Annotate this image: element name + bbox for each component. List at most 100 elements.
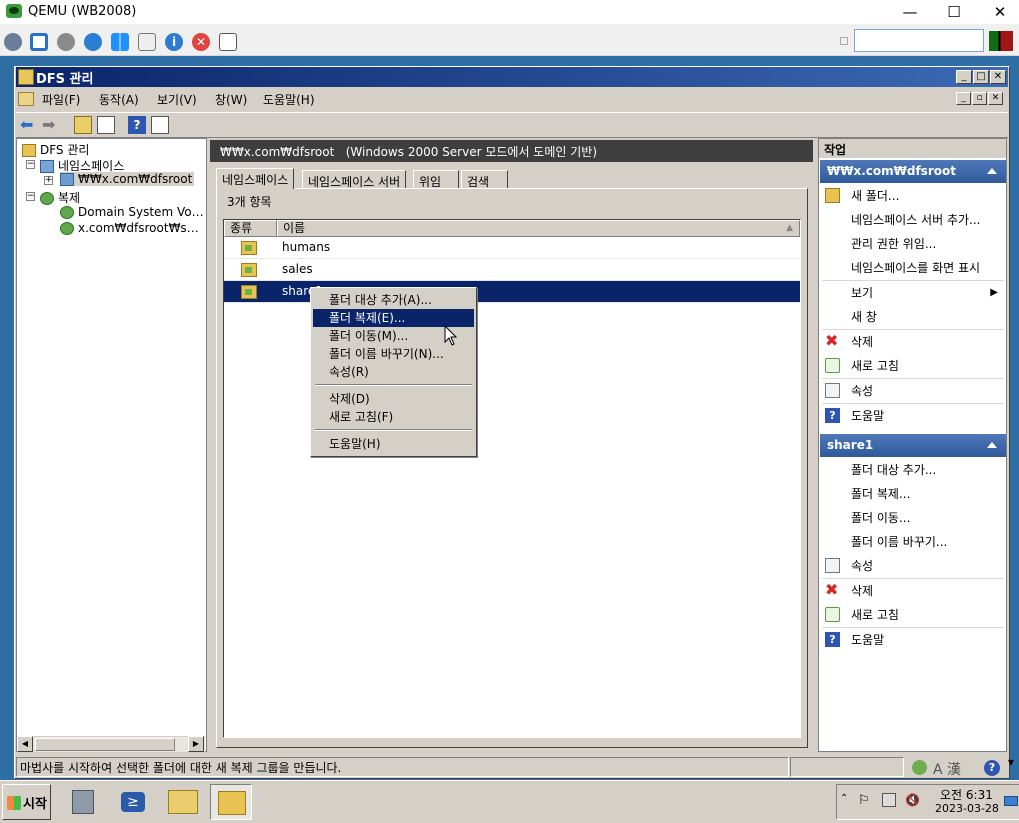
action-share1-help[interactable]: ? 도움말 — [820, 628, 1006, 652]
cm-rename-folder[interactable]: 폴더 이름 바꾸기(N)... — [313, 345, 474, 363]
taskbar-powershell[interactable]: ≥ — [112, 784, 154, 820]
column-header-name[interactable]: 이름 ▲ — [277, 220, 800, 237]
qemu-settings-gear-icon[interactable] — [4, 33, 22, 51]
qemu-keyboard-icon[interactable] — [138, 33, 156, 51]
action-add-namespace-server[interactable]: 네임스페이스 서버 추가... — [820, 208, 1006, 232]
qemu-refresh-icon[interactable] — [84, 33, 102, 51]
tree-item-dfs-root[interactable]: DFS 관리 — [22, 141, 89, 158]
action-share1-refresh[interactable]: 새로 고침 — [820, 603, 1006, 627]
show-hide-tree-icon[interactable] — [97, 116, 115, 134]
tray-show-hidden-icon[interactable]: ⌃ — [840, 793, 848, 804]
action-new-folder[interactable]: 새 폴더... — [820, 184, 1006, 208]
action-group-share1[interactable]: share1 — [820, 434, 1006, 457]
qemu-close-button[interactable]: ✕ — [980, 2, 1019, 22]
cm-help[interactable]: 도움말(H) — [313, 435, 474, 453]
tree-item-domain-system-volume[interactable]: Domain System Volume — [60, 205, 205, 219]
qemu-maximize-button[interactable]: ☐ — [934, 2, 974, 22]
tray-network-icon[interactable] — [882, 793, 896, 807]
console-menu-icon[interactable] — [18, 92, 34, 106]
tab-namespace[interactable]: 네임스페이스 — [216, 168, 295, 189]
mdi-minimize-button[interactable]: _ — [956, 92, 971, 105]
action-refresh[interactable]: 새로 고침 — [820, 354, 1006, 378]
clock-date[interactable]: 2023-03-28 — [935, 802, 999, 815]
ime-help-icon[interactable]: ? — [984, 760, 1000, 776]
action-replicate-folder[interactable]: 폴더 복제... — [820, 482, 1006, 506]
action-help[interactable]: ? 도움말 — [820, 404, 1006, 428]
action-delete[interactable]: ✖ 삭제 — [820, 330, 1006, 354]
qemu-toolbar-input[interactable] — [854, 29, 984, 52]
qemu-minimize-button[interactable]: — — [890, 2, 930, 22]
action-show-namespace[interactable]: 네임스페이스를 화면 표시 — [820, 256, 1006, 280]
action-share1-properties[interactable]: 속성 — [820, 554, 1006, 578]
qemu-toolbar-checkbox[interactable] — [840, 37, 848, 45]
qemu-gear-icon[interactable] — [57, 33, 75, 51]
tab-namespace-servers[interactable]: 네임스페이스 서버 — [302, 170, 407, 189]
ime-mode-icon[interactable] — [912, 760, 927, 775]
tray-flag-icon[interactable]: ⚐ — [858, 793, 870, 808]
column-header-type[interactable]: 종류 — [224, 220, 277, 237]
qemu-info-icon[interactable]: i — [165, 33, 183, 51]
start-button[interactable]: 시작 — [2, 784, 51, 820]
cm-delete[interactable]: 삭제(D) — [313, 390, 474, 408]
folder-row-humans[interactable]: humans — [224, 237, 800, 259]
tree-item-label: 복제 — [58, 191, 81, 205]
menu-view[interactable]: 보기(V) — [157, 91, 197, 108]
tree-item-namespace-root[interactable]: ₩₩x.com₩dfsroot — [60, 172, 195, 186]
menu-action[interactable]: 동작(A) — [99, 91, 139, 108]
scroll-right-button[interactable]: ▶ — [188, 736, 204, 752]
forward-arrow-icon[interactable]: ➡ — [42, 116, 60, 134]
mdi-close-button[interactable]: ✕ — [988, 92, 1003, 105]
mdi-restore-button[interactable]: ▫ — [972, 92, 987, 105]
action-add-folder-target[interactable]: 폴더 대상 추가... — [820, 458, 1006, 482]
dfs-app-icon — [18, 69, 34, 85]
taskbar-explorer[interactable] — [162, 784, 204, 820]
back-arrow-icon[interactable]: ⬅ — [20, 116, 38, 134]
ime-options-arrow-icon[interactable]: ▼ — [1006, 758, 1016, 778]
menu-help[interactable]: 도움말(H) — [263, 91, 315, 108]
cm-add-folder-target[interactable]: 폴더 대상 추가(A)... — [313, 291, 474, 309]
action-new-window[interactable]: 새 창 — [820, 305, 1006, 329]
action-properties[interactable]: 속성 — [820, 379, 1006, 403]
new-folder-icon — [825, 188, 840, 203]
delete-x-icon: ✖ — [825, 580, 839, 599]
ime-language-indicator[interactable]: A 漢 — [933, 759, 961, 779]
tree-collapse-replication[interactable]: − — [26, 192, 35, 201]
taskbar-server-manager[interactable] — [62, 784, 104, 820]
qemu-stop-icon[interactable]: ✕ — [192, 33, 210, 51]
cm-properties[interactable]: 속성(R) — [313, 363, 474, 381]
menu-window[interactable]: 창(W) — [215, 91, 247, 108]
up-folder-icon[interactable] — [74, 116, 92, 134]
menu-file[interactable]: 파일(F) — [42, 91, 80, 108]
mmc-close-button[interactable]: ✕ — [990, 70, 1006, 84]
tree-item-share1-replication[interactable]: x.com₩dfsroot₩share1 — [60, 221, 205, 235]
qemu-windows-icon[interactable] — [111, 33, 129, 51]
scroll-left-button[interactable]: ◀ — [17, 736, 33, 752]
scrollbar-thumb[interactable] — [35, 738, 175, 751]
action-move-folder[interactable]: 폴더 이동... — [820, 506, 1006, 530]
action-share1-delete[interactable]: ✖ 삭제 — [820, 579, 1006, 603]
qemu-eject-icon[interactable] — [219, 33, 237, 51]
taskbar-dfs-management[interactable] — [210, 784, 252, 820]
help-icon[interactable]: ? — [128, 116, 146, 134]
action-rename-folder[interactable]: 폴더 이름 바꾸기... — [820, 530, 1006, 554]
tab-search[interactable]: 검색 — [461, 170, 508, 189]
clock-time[interactable]: 오전 6:31 — [940, 786, 993, 803]
tray-volume-muted-icon[interactable]: 🔇 — [905, 793, 920, 807]
tree-item-replication[interactable]: 복제 — [40, 189, 80, 206]
tree-item-label: ₩₩x.com₩dfsroot — [78, 172, 193, 186]
tree-collapse-namespaces[interactable]: − — [26, 160, 35, 169]
action-label: 보기 — [851, 286, 874, 300]
tree-expand-namespace-root[interactable]: + — [44, 176, 53, 185]
folder-row-sales[interactable]: sales — [224, 259, 800, 281]
mmc-maximize-button[interactable]: □ — [973, 70, 989, 84]
tab-delegation[interactable]: 위임 — [413, 170, 459, 189]
mmc-minimize-button[interactable]: _ — [956, 70, 972, 84]
action-view[interactable]: 보기 ▶ — [820, 281, 1006, 305]
cm-refresh[interactable]: 새로 고침(F) — [313, 408, 474, 426]
tray-show-desktop-icon[interactable] — [1004, 796, 1018, 806]
qemu-fullscreen-icon[interactable] — [30, 33, 48, 51]
action-delegate-permissions[interactable]: 관리 권한 위임... — [820, 232, 1006, 256]
action-group-namespace-root[interactable]: ₩₩x.com₩dfsroot — [820, 160, 1006, 183]
dfs-folder-icon — [241, 285, 257, 299]
show-hide-action-pane-icon[interactable] — [151, 116, 169, 134]
